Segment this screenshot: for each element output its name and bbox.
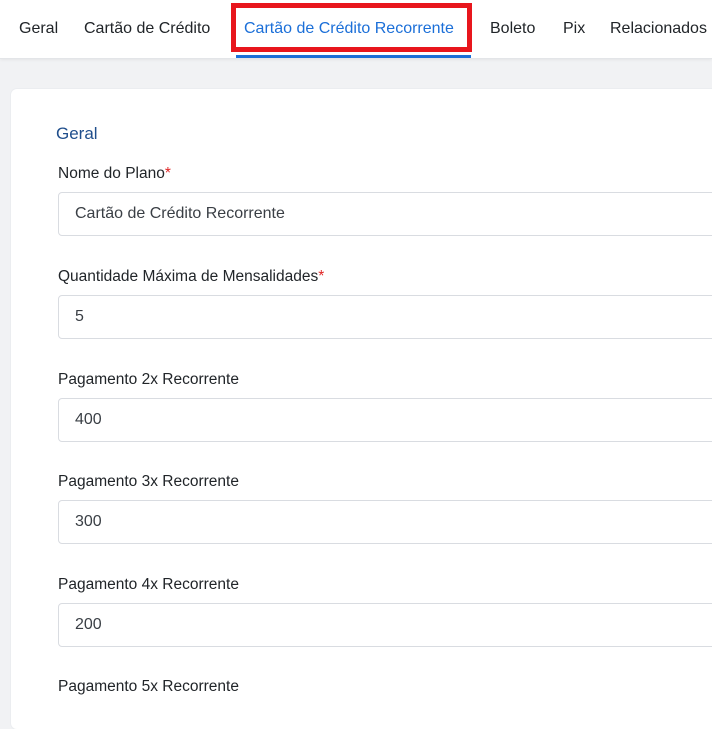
field-label-text: Quantidade Máxima de Mensalidades [58,268,319,285]
tab-bar: Geral Cartão de Crédito Cartão de Crédit… [0,0,712,59]
quantidade-maxima-input[interactable] [58,295,712,339]
section-title: Geral [56,124,98,143]
field-label-pagamento-5x: Pagamento 5x Recorrente [58,678,239,695]
field-label-text: Nome do Plano [58,165,165,182]
pagamento-3x-input[interactable] [58,500,712,544]
required-indicator: * [164,165,171,182]
field-label-pagamento-3x: Pagamento 3x Recorrente [58,473,239,490]
field-label-pagamento-2x: Pagamento 2x Recorrente [58,371,239,388]
tab-relacionados[interactable]: Relacionados [610,0,707,58]
nome-do-plano-input[interactable] [58,192,712,236]
tab-geral[interactable]: Geral [19,0,58,58]
field-label-pagamento-4x: Pagamento 4x Recorrente [58,576,239,593]
tab-boleto[interactable]: Boleto [490,0,535,58]
tab-pix[interactable]: Pix [563,0,585,58]
required-indicator: * [318,268,325,285]
tab-cartao-de-credito-recorrente[interactable]: Cartão de Crédito Recorrente [244,0,454,58]
tab-cartao-de-credito[interactable]: Cartão de Crédito [84,0,210,58]
pagamento-2x-input[interactable] [58,398,712,442]
field-label-nome-do-plano: Nome do Plano* [58,165,171,183]
active-tab-indicator [236,55,471,58]
field-label-quantidade-maxima: Quantidade Máxima de Mensalidades* [58,268,324,286]
pagamento-4x-input[interactable] [58,603,712,647]
